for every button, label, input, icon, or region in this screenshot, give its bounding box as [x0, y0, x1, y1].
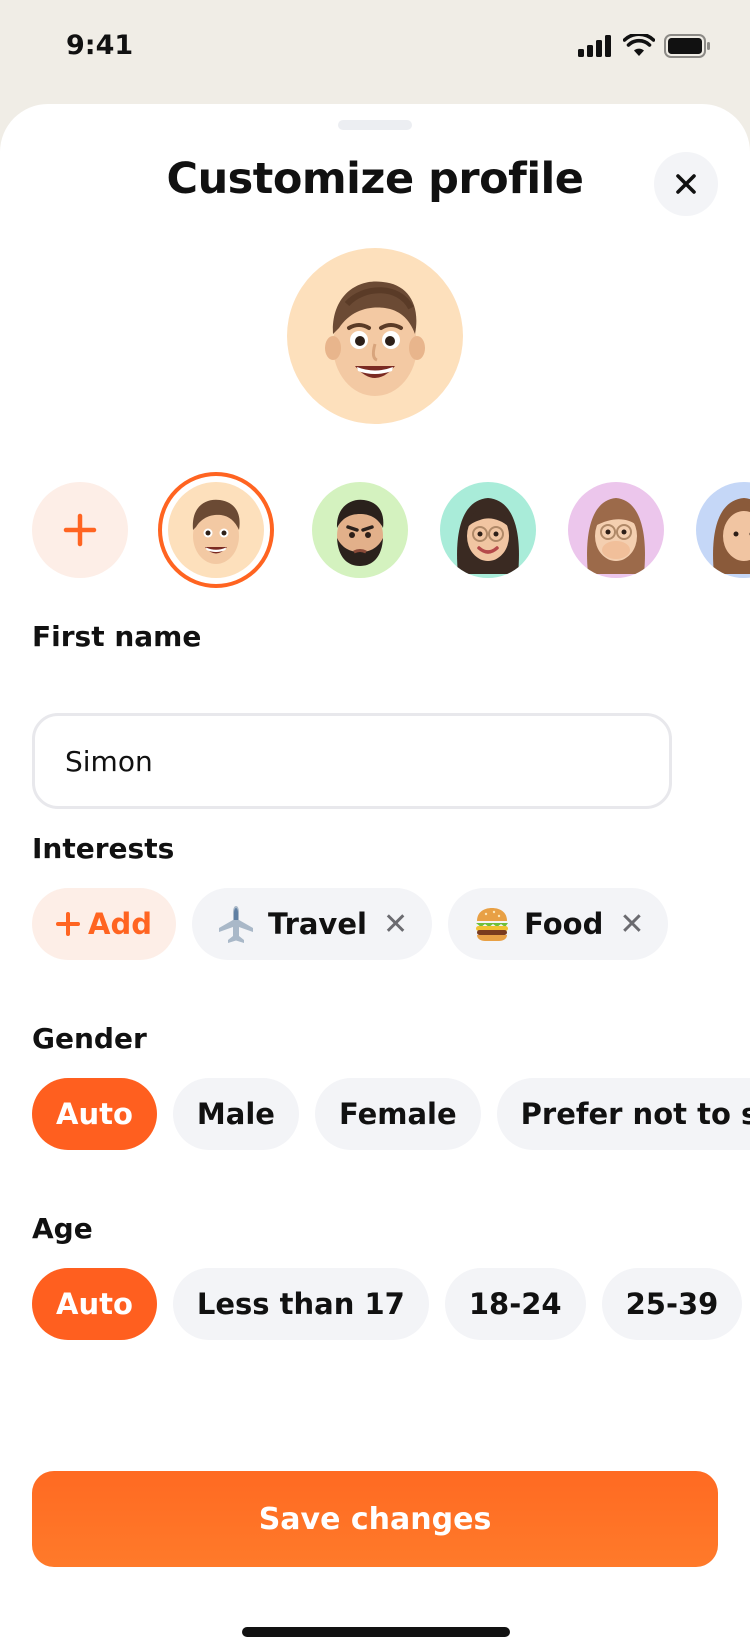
interest-chip-travel[interactable]: Travel ✕: [191, 888, 433, 960]
add-interest-label: Add: [88, 907, 152, 941]
first-name-label: First name: [32, 620, 202, 653]
interest-chip-food[interactable]: Food ✕: [448, 888, 669, 960]
gender-options: Auto Male Female Prefer not to say: [32, 1078, 750, 1150]
customize-profile-sheet: Customize profile First name Simon Inter…: [0, 104, 750, 1652]
avatar-man-smiling-icon: [325, 281, 425, 396]
gender-option-prefer-not-to-say[interactable]: Prefer not to say: [496, 1078, 750, 1150]
gender-option-auto[interactable]: Auto: [32, 1078, 157, 1150]
interest-label: Food: [524, 907, 604, 941]
close-button[interactable]: [654, 152, 718, 216]
avatar-option-man-beard[interactable]: [312, 482, 408, 578]
remove-interest-icon[interactable]: ✕: [383, 907, 408, 942]
avatar-option-woman-partial[interactable]: [696, 482, 750, 578]
remove-interest-icon[interactable]: ✕: [619, 907, 644, 942]
gender-option-male[interactable]: Male: [172, 1078, 299, 1150]
age-option-auto[interactable]: Auto: [32, 1268, 157, 1340]
age-option-less-than-17[interactable]: Less than 17: [172, 1268, 429, 1340]
save-changes-button[interactable]: Save changes: [32, 1471, 718, 1567]
age-options: Auto Less than 17 18-24 25-39: [32, 1268, 750, 1340]
avatar-option-woman-glasses[interactable]: [440, 482, 536, 578]
status-icons: [578, 34, 712, 58]
avatar-option-woman-surprised[interactable]: [568, 482, 664, 578]
interest-label: Travel: [267, 907, 367, 941]
avatar-option-selected[interactable]: [168, 482, 264, 578]
plus-icon: [63, 513, 97, 547]
add-avatar-button[interactable]: [32, 482, 128, 578]
avatar-woman-icon: [713, 498, 750, 574]
close-icon: [676, 174, 696, 194]
burger-icon: [476, 908, 509, 941]
interests-chips: Add Travel ✕ Food ✕: [32, 888, 669, 960]
status-bar: 9:41: [0, 0, 750, 104]
age-option-18-24[interactable]: 18-24: [444, 1268, 586, 1340]
battery-icon: [664, 34, 710, 58]
age-option-25-39[interactable]: 25-39: [601, 1268, 743, 1340]
add-interest-button[interactable]: Add: [32, 888, 176, 960]
avatar-woman-glasses-icon: [457, 498, 519, 574]
avatar-woman-surprised-icon: [587, 498, 645, 574]
wifi-icon: [623, 34, 655, 56]
plus-icon: [56, 912, 80, 936]
signal-icon: [578, 35, 611, 57]
age-label: Age: [32, 1212, 93, 1245]
gender-option-female[interactable]: Female: [314, 1078, 481, 1150]
airplane-icon: [218, 906, 253, 943]
avatar-man-beard-icon: [336, 499, 384, 566]
sheet-grabber[interactable]: [338, 120, 412, 130]
interests-label: Interests: [32, 832, 175, 865]
avatar-man-smiling-icon: [192, 499, 240, 564]
first-name-input[interactable]: [32, 713, 672, 809]
avatar-picker: [0, 460, 750, 590]
gender-label: Gender: [32, 1022, 147, 1055]
page-title: Customize profile: [166, 154, 584, 204]
home-indicator: [242, 1627, 510, 1637]
profile-avatar-large: [287, 248, 463, 424]
status-time: 9:41: [66, 30, 134, 61]
